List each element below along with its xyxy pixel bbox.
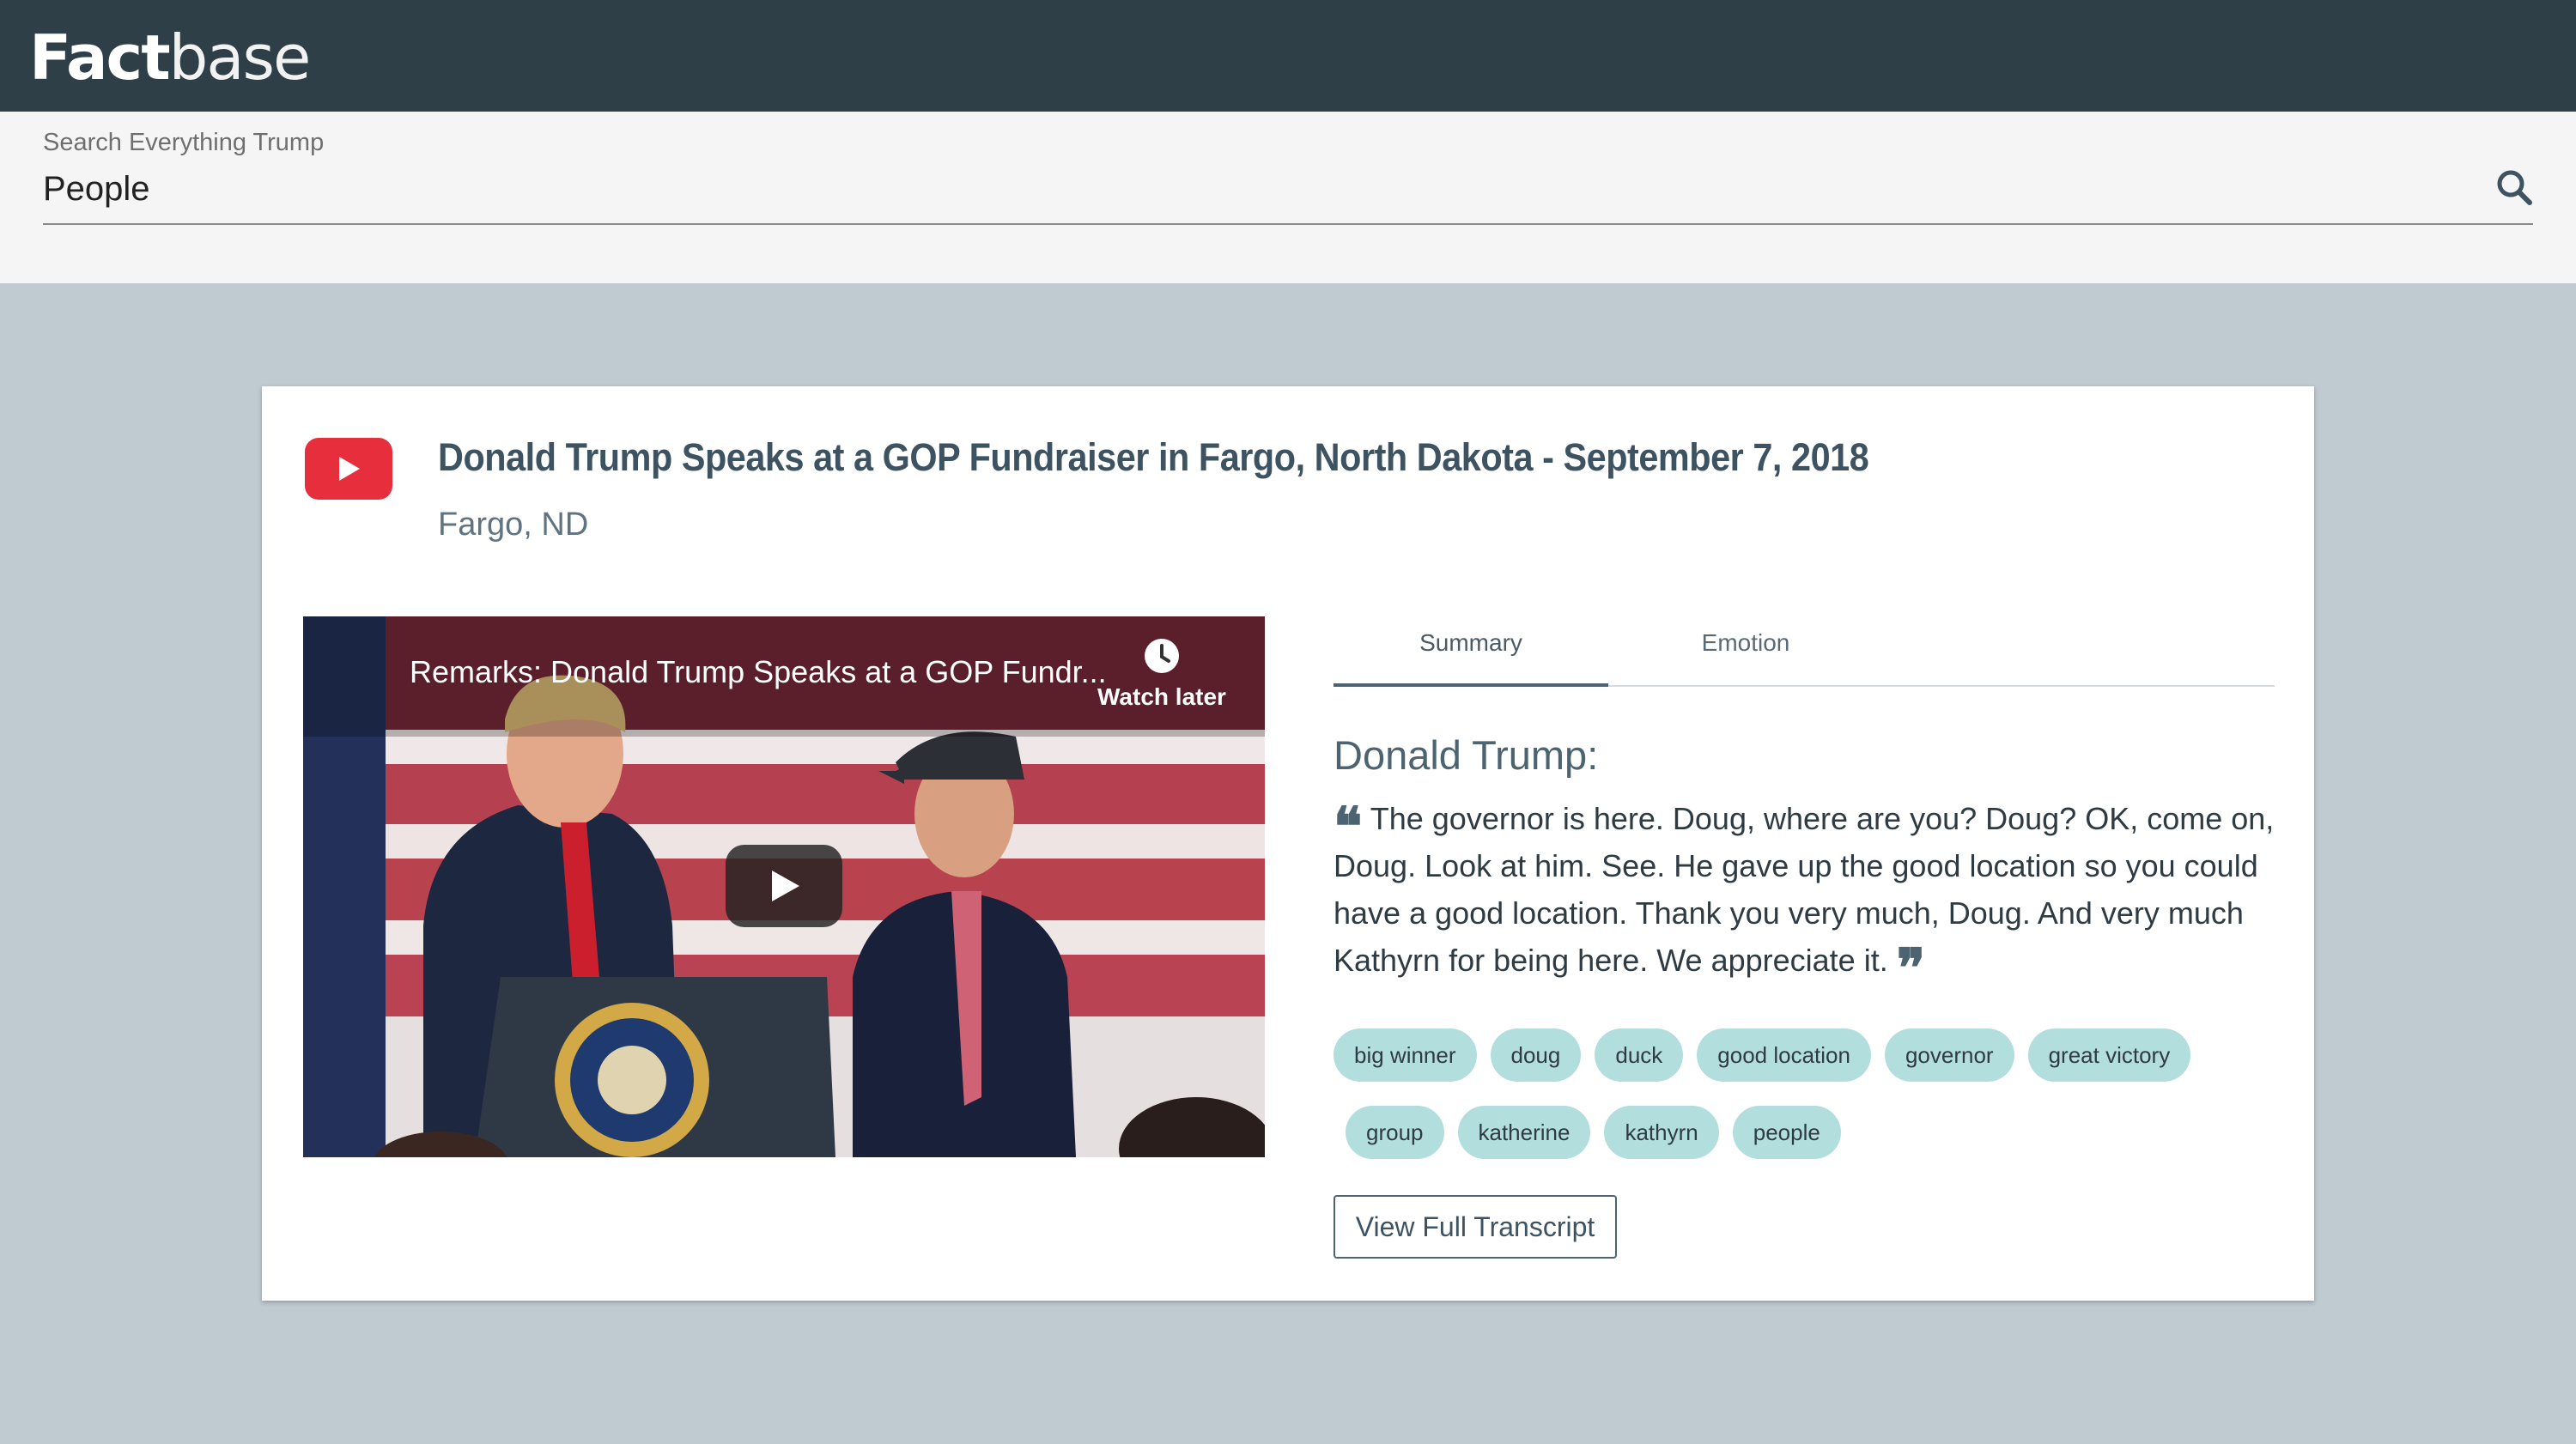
tag-chip[interactable]: group	[1346, 1106, 1444, 1159]
play-icon	[772, 871, 799, 901]
watch-later-button[interactable]: Watch later	[1089, 637, 1235, 711]
top-navbar: Factbase	[0, 0, 2576, 112]
youtube-icon	[305, 438, 392, 500]
quote-block: ❝ The governor is here. Doug, where are …	[1334, 795, 2287, 995]
search-section: Search Everything Trump	[0, 112, 2576, 283]
result-title[interactable]: Donald Trump Speaks at a GOP Fundraiser …	[438, 431, 2136, 484]
result-location: Fargo, ND	[438, 507, 589, 543]
watch-later-label: Watch later	[1097, 683, 1226, 710]
search-label: Search Everything Trump	[43, 129, 325, 156]
video-title[interactable]: Remarks: Donald Trump Speaks at a GOP Fu…	[410, 654, 1107, 690]
speaker-name: Donald Trump:	[1334, 732, 1599, 778]
factbase-logo[interactable]: Factbase	[29, 19, 311, 96]
video-player[interactable]: Remarks: Donald Trump Speaks at a GOP Fu…	[303, 616, 1265, 1157]
tab-emotion[interactable]: Emotion	[1608, 618, 1883, 685]
clock-icon	[1145, 639, 1179, 673]
search-icon[interactable]	[2495, 168, 2533, 206]
result-card: Donald Trump Speaks at a GOP Fundraiser …	[262, 386, 2314, 1301]
search-underline	[43, 223, 2533, 225]
tag-chip[interactable]: great victory	[2027, 1028, 2191, 1082]
search-input[interactable]	[43, 163, 2464, 215]
play-button[interactable]	[726, 845, 842, 927]
tag-chip[interactable]: duck	[1595, 1028, 1684, 1082]
quote-text: The governor is here. Doug, where are yo…	[1334, 801, 2275, 978]
tag-chip[interactable]: good location	[1697, 1028, 1871, 1082]
tag-chip[interactable]: big winner	[1334, 1028, 1477, 1082]
tag-chip[interactable]: doug	[1490, 1028, 1582, 1082]
tag-chip[interactable]: people	[1732, 1106, 1841, 1159]
tag-chip[interactable]: governor	[1884, 1028, 2014, 1082]
view-full-transcript-button[interactable]: View Full Transcript	[1334, 1195, 1617, 1259]
close-quote-icon: ❞	[1896, 937, 1926, 999]
result-tabs: Summary Emotion	[1334, 618, 2275, 687]
tag-chip[interactable]: kathyrn	[1604, 1106, 1719, 1159]
tag-chip[interactable]: katherine	[1457, 1106, 1591, 1159]
tag-list: big winner doug duck good location governor g…	[1334, 1028, 2295, 1183]
tab-summary[interactable]: Summary	[1334, 618, 1608, 687]
